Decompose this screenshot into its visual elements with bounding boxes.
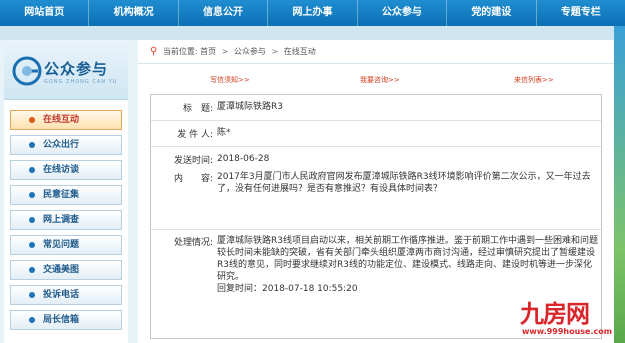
nav-home[interactable]: 网站首页 xyxy=(0,0,90,26)
watermark-url: www.999house.com xyxy=(522,327,613,336)
sidebar-item-traffic-photos[interactable]: 交通美图 xyxy=(10,260,122,280)
top-nav: 网站首页 机构概况 信息公开 网上办事 公众参与 党的建设 专题专栏 xyxy=(0,0,625,26)
bullet-icon xyxy=(29,192,35,198)
breadcrumb-prefix: 当前位置: xyxy=(162,47,198,56)
handling-label: 处理情况: xyxy=(173,238,213,248)
sidebar-subtitle: GONG ZHONG CAN YU xyxy=(44,79,118,85)
nav-public[interactable]: 公众参与 xyxy=(358,0,448,26)
bullet-icon xyxy=(29,242,35,248)
title-label: 标 题: xyxy=(182,104,213,114)
sidebar-item-public-travel[interactable]: 公众出行 xyxy=(10,135,122,155)
sidebar-item-label: 交通美图 xyxy=(43,265,80,275)
divider xyxy=(151,146,601,147)
sidebar-item-label: 民意征集 xyxy=(43,190,80,200)
bullet-icon xyxy=(29,267,35,273)
sidebar-item-online-interview[interactable]: 在线访谈 xyxy=(10,160,122,180)
nav-service[interactable]: 网上办事 xyxy=(268,0,358,26)
breadcrumb: ⚲ 当前位置: 首页 > 公众参与 > 在线互动 xyxy=(138,40,614,64)
nav-party[interactable]: 党的建设 xyxy=(447,0,537,26)
bullet-icon xyxy=(29,217,35,223)
send-time-value: 2018-06-28 xyxy=(217,154,270,164)
sidebar-item-online-interaction[interactable]: 在线互动 xyxy=(10,110,122,130)
sidebar-item-online-survey[interactable]: 网上调查 xyxy=(10,210,122,230)
location-pin-icon: ⚲ xyxy=(150,46,158,57)
sidebar: 公众参与 GONG ZHONG CAN YU 在线互动 公众出行 在线访谈 民意… xyxy=(4,40,128,343)
sidebar-item-faq[interactable]: 常见问题 xyxy=(10,235,122,255)
breadcrumb-separator: > xyxy=(221,47,229,56)
divider xyxy=(151,229,601,230)
title-value: 厦潭城际铁路R3 xyxy=(217,102,283,112)
bullet-icon xyxy=(29,317,35,323)
sidebar-item-label: 在线访谈 xyxy=(43,165,80,175)
watermark-brand: 九房网 xyxy=(520,299,590,328)
breadcrumb-public[interactable]: 公众参与 xyxy=(234,47,266,56)
sidebar-item-label: 公众出行 xyxy=(43,140,80,150)
sidebar-item-opinion-collection[interactable]: 民意征集 xyxy=(10,185,122,205)
handling-value: 厦漳城际铁路R3线项目启动以来，相关前期工作循序推进。鉴于前期工作中遇到一些困难… xyxy=(217,236,598,282)
breadcrumb-current: 在线互动 xyxy=(283,47,316,56)
breadcrumb-separator: > xyxy=(271,47,279,56)
sidebar-title: 公众参与 xyxy=(44,60,109,78)
write-guide-link[interactable]: 写信须知>> xyxy=(210,75,250,85)
content-label: 内 容: xyxy=(173,174,213,184)
sidebar-item-label: 网上调查 xyxy=(43,215,80,225)
breadcrumb-home[interactable]: 首页 xyxy=(200,47,216,56)
sender-value: 陈* xyxy=(217,128,231,138)
divider xyxy=(151,120,601,121)
sidebar-item-label: 在线互动 xyxy=(43,115,80,125)
content-value: 2017年3月厦门市人民政府官网发布厦漳城际铁路R3线环境影响评价第二次公示，又… xyxy=(217,172,591,194)
sidebar-header: 公众参与 GONG ZHONG CAN YU xyxy=(4,40,128,100)
nav-topics[interactable]: 专题专栏 xyxy=(537,0,625,26)
sender-label: 发 件 人: xyxy=(177,130,213,140)
bullet-icon xyxy=(29,117,35,123)
action-links: 写信须知>> 我要咨询>> 来信列表>> xyxy=(138,72,614,88)
sidebar-menu: 在线互动 公众出行 在线访谈 民意征集 网上调查 常见问题 交通美图 投诉电话 xyxy=(10,110,122,335)
nav-info[interactable]: 信息公开 xyxy=(179,0,269,26)
bullet-icon xyxy=(29,142,35,148)
sidebar-item-director-mailbox[interactable]: 局长信箱 xyxy=(10,310,122,330)
send-time-label: 发送时间: xyxy=(173,156,213,166)
nav-org[interactable]: 机构概况 xyxy=(89,0,179,26)
bullet-icon xyxy=(29,292,35,298)
bullet-icon xyxy=(29,167,35,173)
sidebar-item-complaint-phone[interactable]: 投诉电话 xyxy=(10,285,122,305)
watermark-logo: 九房网 www.999house.com xyxy=(520,294,620,340)
section-logo-icon xyxy=(12,56,42,86)
consult-link[interactable]: 我要咨询>> xyxy=(360,75,400,85)
sidebar-item-label: 常见问题 xyxy=(43,240,80,250)
header-band xyxy=(0,26,625,40)
sidebar-item-label: 局长信箱 xyxy=(43,315,80,325)
letter-list-link[interactable]: 来信列表>> xyxy=(514,75,554,85)
sidebar-item-label: 投诉电话 xyxy=(43,290,80,300)
